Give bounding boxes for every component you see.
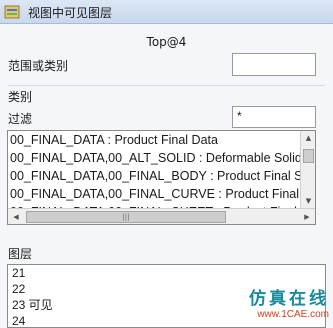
scroll-left-icon[interactable]: ◀ (8, 209, 24, 224)
list-item[interactable]: 00_FINAL_DATA : Product Final Data (8, 131, 300, 149)
range-input[interactable] (232, 53, 316, 76)
view-name: Top@4 (146, 35, 187, 49)
scroll-up-icon[interactable]: ▲ (301, 131, 315, 146)
category-heading: 类别 (8, 90, 33, 104)
range-label: 范围或类别 (8, 59, 69, 73)
watermark-url: www.1CAE.com (257, 309, 329, 320)
layers-label: 图层 (8, 247, 33, 261)
list-item[interactable]: 00_FINAL_DATA,00_FINAL_BODY : Product Fi… (8, 167, 300, 185)
filter-label: 过滤 (8, 112, 33, 126)
horizontal-scroll-thumb[interactable]: ||| (26, 211, 226, 223)
list-item[interactable]: 00_FINAL_DATA,00_ALT_SOLID : Deformable … (8, 149, 300, 167)
divider (8, 85, 325, 86)
category-list[interactable]: 00_FINAL_DATA : Product Final Data 00_FI… (7, 130, 316, 225)
watermark: 仿真在线 www.1CAE.com (219, 284, 329, 326)
watermark-text: 仿真在线 (249, 289, 329, 309)
title-bar: 视图中可见图层 (0, 0, 333, 24)
window-title: 视图中可见图层 (28, 6, 113, 20)
list-item[interactable]: 21 (8, 265, 325, 281)
scroll-down-icon[interactable]: ▼ (301, 194, 315, 209)
vertical-scroll-thumb[interactable] (303, 149, 314, 163)
list-item[interactable]: 00_FINAL_DATA,00_FINAL_CURVE : Product F… (8, 185, 300, 203)
nx-dialog-icon (4, 5, 20, 19)
filter-input[interactable]: * (232, 106, 316, 128)
scroll-right-icon[interactable]: ▶ (299, 209, 315, 224)
vertical-scrollbar[interactable]: ▲ ▼ (300, 131, 315, 209)
horizontal-scrollbar[interactable]: ◀ ||| ▶ (8, 208, 315, 224)
